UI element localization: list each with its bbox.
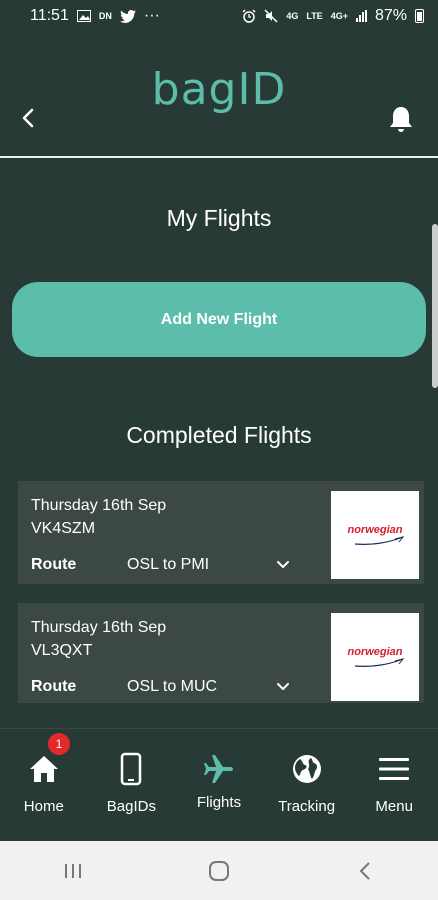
network-4g-label: 4G xyxy=(286,11,299,21)
nav-tracking-label: Tracking xyxy=(278,798,336,815)
airline-logo: norwegian xyxy=(331,613,419,701)
mute-icon xyxy=(264,9,278,23)
bell-icon xyxy=(390,107,412,132)
home-circle-icon xyxy=(209,860,229,881)
nav-tracking[interactable]: Tracking xyxy=(263,729,351,841)
flight-code: VL3QXT xyxy=(31,642,93,659)
home-system-button[interactable] xyxy=(199,856,239,886)
route-label: Route xyxy=(31,678,77,695)
chevron-down-icon[interactable] xyxy=(276,680,290,694)
nav-flights-label: Flights xyxy=(196,794,242,811)
scrollbar[interactable] xyxy=(432,224,438,388)
completed-flights-title: Completed Flights xyxy=(126,422,312,448)
battery-icon xyxy=(415,9,424,23)
airline-logo: norwegian xyxy=(331,491,419,579)
globe-icon xyxy=(290,751,324,787)
notifications-button[interactable] xyxy=(388,104,414,134)
bottom-nav: 1 Home BagIDs Flights Tracking Menu xyxy=(0,728,438,841)
flight-card[interactable]: Thursday 16th Sep VK4SZM Route OSL to PM… xyxy=(18,481,424,584)
airline-swoosh-icon xyxy=(354,536,405,545)
status-right: 4G LTE 4G+ 87% xyxy=(242,7,424,25)
flight-card[interactable]: Thursday 16th Sep VL3QXT Route OSL to MU… xyxy=(18,603,424,703)
recent-apps-button[interactable] xyxy=(53,856,93,886)
bagid-logo: bagID xyxy=(151,64,287,115)
network-4g-plus-label: 4G+ xyxy=(330,11,348,21)
network-lte-label: LTE xyxy=(306,11,323,21)
image-icon xyxy=(76,10,91,22)
notification-badge: 1 xyxy=(48,733,70,755)
nav-bagids[interactable]: BagIDs xyxy=(88,729,176,841)
flight-date: Thursday 16th Sep xyxy=(31,497,167,514)
nav-bagids-label: BagIDs xyxy=(106,798,156,815)
airplane-icon xyxy=(202,751,236,787)
add-new-flight-button[interactable]: Add New Flight xyxy=(12,282,426,357)
flight-date: Thursday 16th Sep xyxy=(31,619,167,636)
nav-home[interactable]: 1 Home xyxy=(0,729,88,841)
signal-icon xyxy=(355,10,367,22)
flight-code: VK4SZM xyxy=(31,520,96,537)
route-label: Route xyxy=(31,556,77,573)
recent-apps-icon xyxy=(65,863,81,878)
app-header: bagID xyxy=(0,32,438,156)
airline-swoosh-icon xyxy=(354,658,405,667)
more-icon: ··· xyxy=(143,7,160,24)
nav-flights[interactable]: Flights xyxy=(175,729,263,841)
phone-icon xyxy=(114,751,148,787)
status-left: 11:51 DN ··· xyxy=(30,7,160,25)
chevron-down-icon[interactable] xyxy=(276,558,290,572)
status-bar: 11:51 DN ··· 4G LTE 4G+ 87% xyxy=(0,0,438,32)
header-divider xyxy=(0,156,438,158)
android-nav-bar xyxy=(0,841,438,900)
nav-home-label: Home xyxy=(23,798,64,815)
menu-icon xyxy=(377,751,411,787)
dn-icon: DN xyxy=(98,11,112,21)
back-arrow-icon xyxy=(359,861,370,880)
twitter-icon xyxy=(119,9,136,23)
airline-name: norwegian xyxy=(347,524,403,536)
page-title: My Flights xyxy=(166,205,272,231)
nav-menu-label: Menu xyxy=(375,798,413,815)
alarm-icon xyxy=(242,9,256,23)
battery-percent: 87% xyxy=(374,7,407,24)
home-icon xyxy=(27,751,61,787)
route-value: OSL to PMI xyxy=(127,556,210,573)
nav-menu[interactable]: Menu xyxy=(350,729,438,841)
back-system-button[interactable] xyxy=(345,856,385,886)
route-value: OSL to MUC xyxy=(127,678,218,695)
chevron-left-icon xyxy=(22,108,34,128)
airline-name: norwegian xyxy=(347,646,403,658)
completed-flights-list: Thursday 16th Sep VK4SZM Route OSL to PM… xyxy=(18,481,424,703)
status-time: 11:51 xyxy=(30,7,69,24)
back-button[interactable] xyxy=(16,104,40,132)
